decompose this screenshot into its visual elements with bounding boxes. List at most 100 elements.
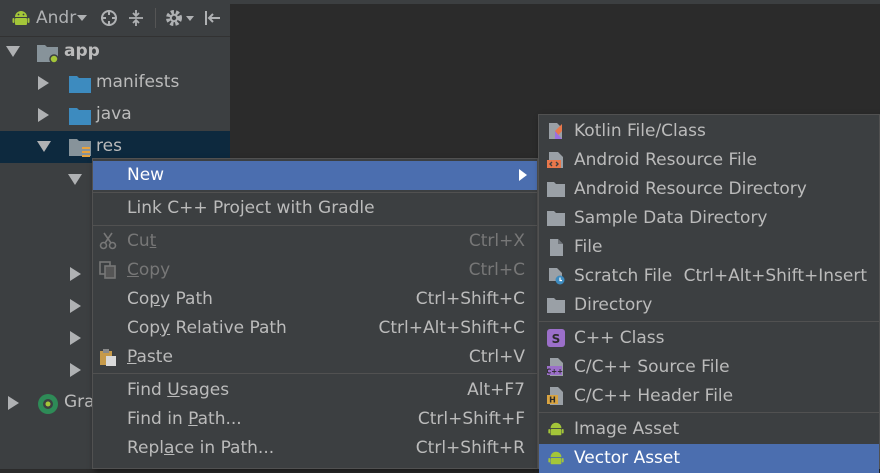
tree-item-label: Gra [64,392,95,412]
android-icon [8,7,34,29]
tree-item-manifests[interactable]: manifests [0,67,230,99]
folder-icon [69,108,91,125]
submenu-item-kotlin[interactable]: Kotlin File/Class [539,117,879,146]
submenu-item-scratch-file[interactable]: Scratch File Ctrl+Alt+Shift+Insert [539,262,879,291]
menu-item-shortcut: Alt+F7 [467,380,525,400]
submenu-item-android-resource-directory[interactable]: Android Resource Directory [539,175,879,204]
chevron-right-icon[interactable] [70,299,81,313]
menu-item-label: C/C++ Source File [574,357,730,377]
scratch-file-icon [549,268,565,285]
menu-item-find-in-path[interactable]: Find in Path... Ctrl+Shift+F [93,405,537,434]
menu-item-shortcut: Ctrl+Alt+Shift+C [378,318,525,338]
menu-item-label: Scratch File [574,266,673,286]
tree-item-label: app [64,41,100,61]
menu-item-label: Directory [574,295,653,315]
menu-item-label: C/C++ Header File [574,386,734,406]
chevron-down-icon [77,15,88,21]
android-icon [548,451,564,465]
folder-icon [547,298,565,313]
menu-item-label: Vector Asset [574,448,681,468]
submenu-item-directory[interactable]: Directory [539,291,879,320]
menu-item-label: Link C++ Project with Gradle [127,198,375,218]
tree-item-java[interactable]: java [0,99,230,131]
menu-item-label: Copy [127,260,171,280]
chevron-right-icon[interactable] [70,267,81,281]
menu-item-copy-relative-path[interactable]: Copy Relative Path Ctrl+Alt+Shift+C [93,314,537,343]
gear-icon[interactable] [162,7,186,29]
menu-item-label: Image Asset [574,419,680,439]
submenu-item-cpp-class[interactable]: S C++ Class [539,324,879,353]
menu-item-new[interactable]: New [93,161,537,190]
view-selector[interactable]: Andr [36,7,88,29]
submenu-item-android-resource-file[interactable]: Android Resource File [539,146,879,175]
android-icon [548,422,564,436]
menu-item-shortcut: Ctrl+Shift+C [415,289,525,309]
chevron-right-icon[interactable] [70,363,81,377]
target-icon[interactable] [97,7,121,29]
menu-item-label: Android Resource Directory [574,179,807,199]
chevron-down-icon[interactable] [37,141,51,152]
xml-file-icon [547,152,563,168]
menu-item-shortcut: Ctrl+X [468,231,525,251]
submenu-item-cpp-header[interactable]: H C/C++ Header File [539,382,879,411]
tree-item-label: java [96,104,132,124]
menu-item-copy[interactable]: Copy Ctrl+C [93,256,537,285]
menu-item-shortcut: Ctrl+Shift+R [415,438,525,458]
menu-item-label: Android Resource File [574,150,757,170]
menu-item-label: C++ Class [574,328,665,348]
new-submenu: Kotlin File/Class Android Resource File … [538,114,880,473]
clipboard-icon [100,349,116,366]
svg-text:H: H [549,396,556,405]
chevron-right-icon[interactable] [38,76,49,90]
tree-item-app[interactable]: app [0,36,230,68]
chevron-right-icon[interactable] [8,396,19,410]
menu-item-shortcut: Ctrl+V [468,347,525,367]
file-icon [550,239,563,256]
menu-item-label: Cut [127,231,157,251]
menu-item-replace-in-path[interactable]: Replace in Path... Ctrl+Shift+R [93,434,537,463]
menu-item-shortcut: Ctrl+Shift+F [417,409,525,429]
tree-item-label: res [96,136,122,156]
view-label: Andr [36,8,77,28]
submenu-item-image-asset[interactable]: Image Asset [539,415,879,444]
menu-item-link-cpp[interactable]: Link C++ Project with Gradle [93,194,537,223]
menu-item-label: New [127,165,165,185]
menu-item-shortcut: Ctrl+C [468,260,525,280]
scissors-icon [99,232,117,250]
tree-item-label: manifests [96,72,180,92]
menu-item-label: Copy Path [127,289,213,309]
menu-item-shortcut: Ctrl+Alt+Shift+Insert [683,266,867,286]
cpp-source-icon: C++ [547,358,563,376]
menu-item-label: Find Usages [127,380,230,400]
submenu-arrow-icon [519,169,527,181]
chevron-down-icon[interactable] [6,46,20,57]
menu-item-label: Copy Relative Path [127,318,287,338]
kotlin-icon [549,123,562,139]
folder-icon [547,182,565,197]
gradle-icon [38,394,58,414]
menu-item-label: Replace in Path... [127,438,275,458]
hide-icon[interactable] [200,7,224,29]
submenu-item-sample-data-directory[interactable]: Sample Data Directory [539,204,879,233]
menu-item-copy-path[interactable]: Copy Path Ctrl+Shift+C [93,285,537,314]
menu-item-find-usages[interactable]: Find Usages Alt+F7 [93,376,537,405]
menu-item-label: Kotlin File/Class [574,121,706,141]
context-menu: New Link C++ Project with Gradle Cut Ctr… [92,158,538,469]
menu-item-cut[interactable]: Cut Ctrl+X [93,227,537,256]
submenu-item-file[interactable]: File [539,233,879,262]
menu-item-paste[interactable]: Paste Ctrl+V [93,343,537,372]
chevron-right-icon[interactable] [70,331,81,345]
menu-item-label: Paste [127,347,173,367]
svg-text:S: S [552,332,561,346]
chevron-down-icon[interactable] [185,7,195,29]
cpp-header-icon: H [547,387,563,405]
svg-text:C++: C++ [547,368,563,376]
submenu-item-cpp-source[interactable]: C++ C/C++ Source File [539,353,879,382]
chevron-down-icon[interactable] [68,174,82,185]
chevron-right-icon[interactable] [38,108,49,122]
folder-icon [69,76,91,93]
menu-item-label: File [574,237,603,257]
project-toolbar: Andr [0,0,230,37]
collapse-icon[interactable] [124,7,148,29]
folder-icon [547,211,565,226]
